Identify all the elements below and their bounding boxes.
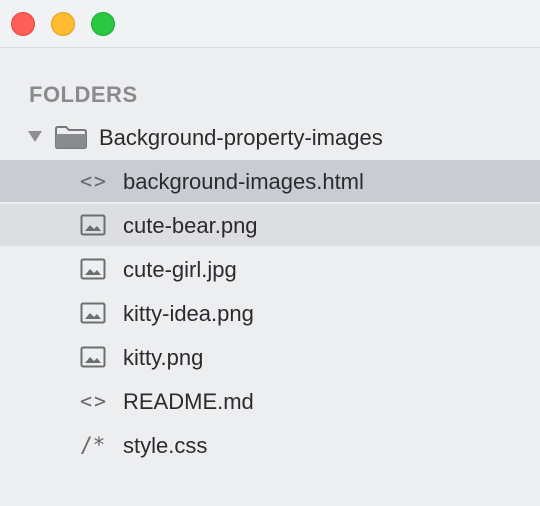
- file-item[interactable]: <> README.md: [0, 380, 540, 422]
- minimize-window-button[interactable]: [51, 12, 75, 36]
- file-item[interactable]: /* style.css: [0, 424, 540, 466]
- file-item[interactable]: cute-bear.png: [0, 204, 540, 246]
- sidebar: FOLDERS Background-property-images <> bac…: [0, 48, 540, 506]
- window-titlebar: [0, 0, 540, 48]
- folder-row[interactable]: Background-property-images: [0, 116, 540, 158]
- file-label: kitty.png: [123, 345, 204, 370]
- file-label: README.md: [123, 389, 254, 414]
- close-window-button[interactable]: [11, 12, 35, 36]
- file-item[interactable]: cute-girl.jpg: [0, 248, 540, 290]
- file-item[interactable]: kitty-idea.png: [0, 292, 540, 334]
- folder-label: Background-property-images: [99, 125, 383, 150]
- image-icon: [80, 214, 106, 236]
- folder-icon: [55, 126, 87, 149]
- code-icon: <>: [80, 169, 109, 193]
- file-label: cute-bear.png: [123, 213, 258, 238]
- file-item[interactable]: <> background-images.html: [0, 160, 540, 202]
- image-icon: [80, 346, 106, 368]
- image-icon: [80, 302, 106, 324]
- file-label: cute-girl.jpg: [123, 257, 237, 282]
- file-item[interactable]: kitty.png: [0, 336, 540, 378]
- folders-section-header: FOLDERS: [29, 82, 138, 107]
- file-label: background-images.html: [123, 169, 364, 194]
- file-label: kitty-idea.png: [123, 301, 254, 326]
- disclosure-triangle-icon[interactable]: [28, 131, 42, 142]
- zoom-window-button[interactable]: [91, 12, 115, 36]
- file-label: style.css: [123, 433, 208, 458]
- image-icon: [80, 258, 106, 280]
- code-icon: <>: [80, 389, 109, 413]
- comment-icon: /*: [80, 433, 106, 457]
